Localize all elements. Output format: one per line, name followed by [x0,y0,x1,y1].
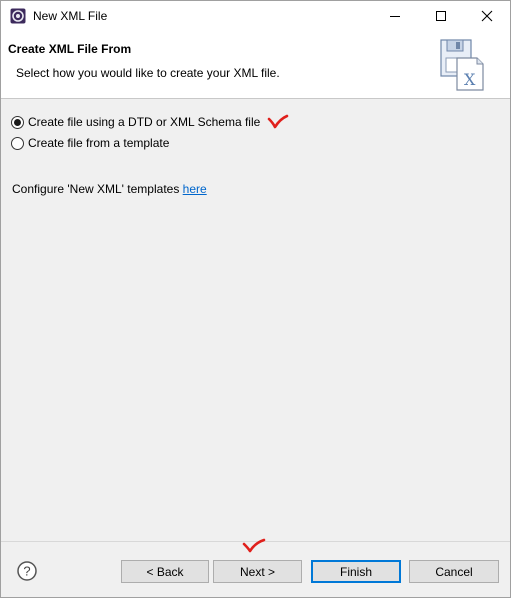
svg-text:?: ? [23,564,30,579]
red-check-annotation-icon [242,538,266,553]
maximize-button[interactable] [418,1,464,31]
close-icon [481,10,493,22]
option-template-label: Create file from a template [28,136,170,150]
radio-template[interactable] [11,136,24,150]
window-title: New XML File [33,9,108,23]
finish-button[interactable]: Finish [311,560,401,583]
configure-templates-link[interactable]: here [183,182,207,196]
page-description: Select how you would like to create your… [16,66,280,80]
minimize-button[interactable] [372,1,418,31]
next-button[interactable]: Next > [213,560,302,583]
configure-templates-text: Configure 'New XML' templates here [12,182,207,196]
eclipse-app-icon [10,8,26,24]
option-dtd-schema[interactable]: Create file using a DTD or XML Schema fi… [11,115,260,129]
radio-dtd-schema[interactable] [11,115,24,129]
red-check-annotation-icon [267,114,289,129]
title-bar: New XML File [1,1,510,31]
minimize-icon [390,16,400,17]
back-button[interactable]: < Back [121,560,209,583]
dialog-window: New XML File Create XML File From Select… [0,0,511,598]
option-template[interactable]: Create file from a template [11,136,169,150]
configure-templates-label: Configure 'New XML' templates [12,182,183,196]
maximize-icon [436,11,446,21]
xml-file-wizard-icon: X [440,39,484,91]
help-icon[interactable]: ? [17,561,37,581]
radio-selected-dot [14,118,21,126]
cancel-button[interactable]: Cancel [409,560,499,583]
wizard-header: Create XML File From Select how you woul… [1,31,510,99]
svg-text:X: X [464,70,476,89]
option-dtd-schema-label: Create file using a DTD or XML Schema fi… [28,115,261,129]
close-button[interactable] [464,1,510,31]
page-title: Create XML File From [8,42,132,56]
